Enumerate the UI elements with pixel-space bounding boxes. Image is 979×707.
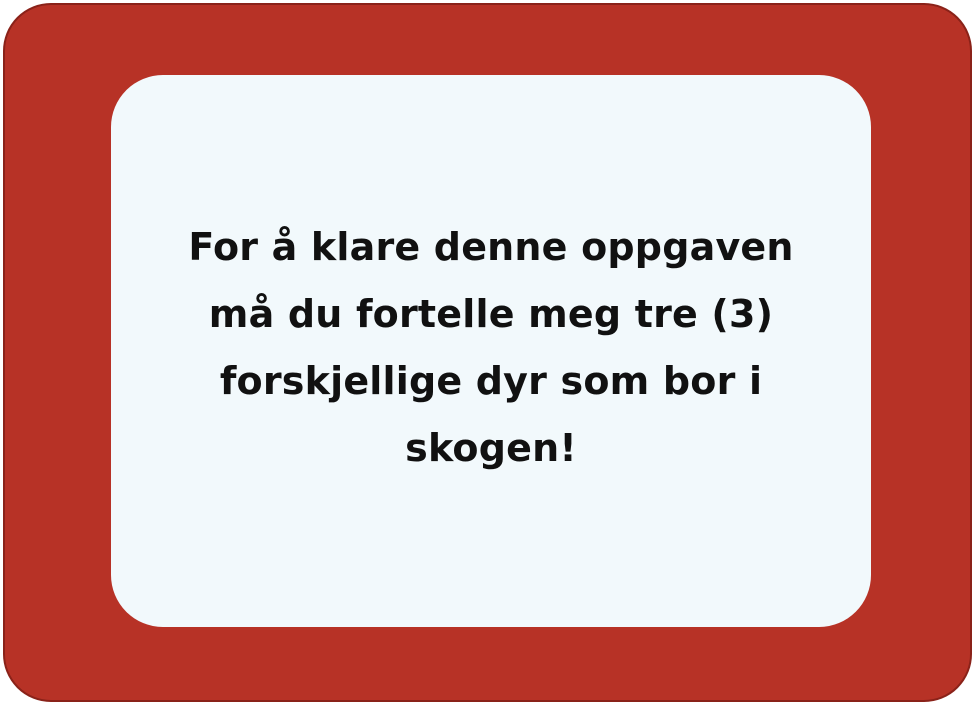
task-card: For å klare denne oppgaven må du fortell…: [111, 75, 871, 627]
task-message: For å klare denne oppgaven må du fortell…: [188, 225, 794, 470]
